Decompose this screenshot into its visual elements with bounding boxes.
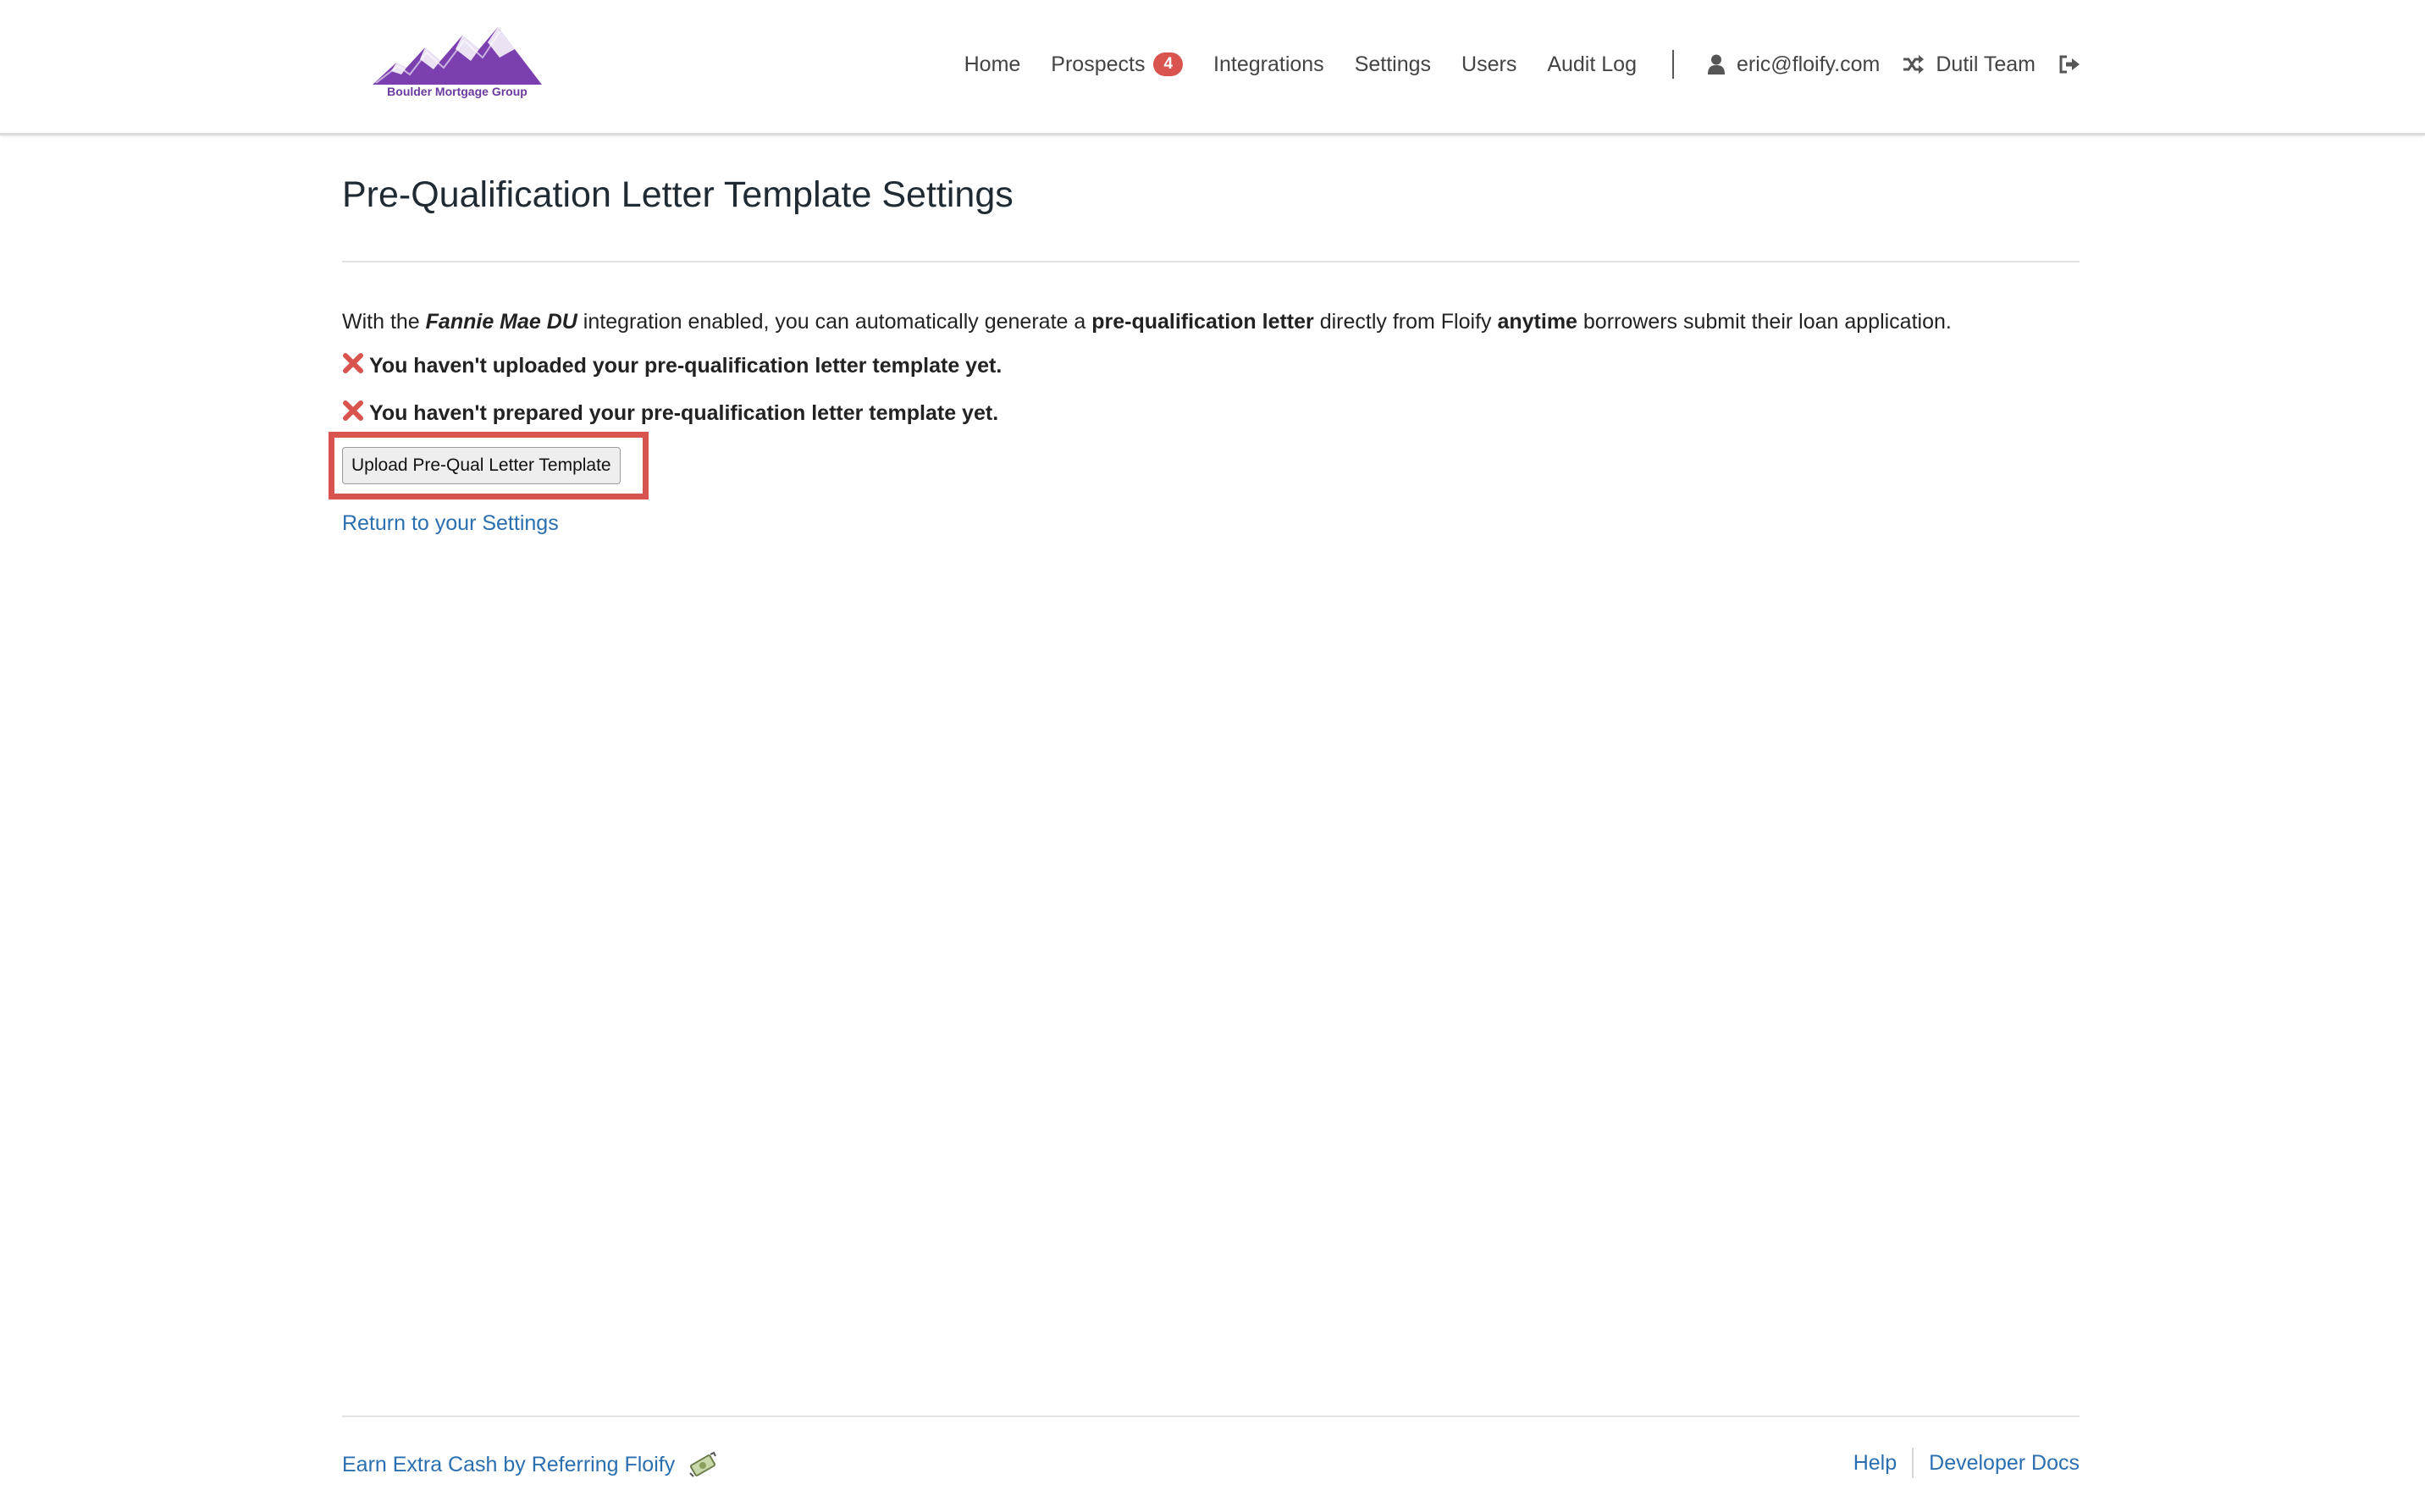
team-name: Dutil Team: [1936, 52, 2036, 76]
money-icon: [688, 1451, 719, 1478]
nav-audit-log[interactable]: Audit Log: [1547, 52, 1637, 77]
main-nav: Home Prospects 4 Integrations Settings U…: [964, 47, 2080, 81]
user-email: eric@floify.com: [1736, 52, 1881, 76]
shuffle-icon: [1903, 55, 1925, 74]
page-title: Pre-Qualification Letter Template Settin…: [342, 174, 1014, 215]
company-logo[interactable]: Boulder Mortgage Group: [373, 24, 542, 103]
intro-paragraph: With the Fannie Mae DU integration enabl…: [342, 310, 1952, 334]
sign-out-icon: [2059, 55, 2080, 74]
status-text: You haven't uploaded your pre-qualificat…: [369, 354, 1003, 378]
status-not-uploaded: You haven't uploaded your pre-qualificat…: [342, 352, 1003, 378]
intro-bold-letter: pre-qualification letter: [1091, 310, 1314, 334]
status-text: You haven't prepared your pre-qualificat…: [369, 401, 999, 425]
switch-team-menu[interactable]: Dutil Team: [1903, 52, 2036, 77]
nav-settings[interactable]: Settings: [1355, 52, 1431, 77]
referral-text: Earn Extra Cash by Referring Floify: [342, 1452, 676, 1476]
mountain-logo-icon: [373, 27, 542, 85]
referral-link[interactable]: Earn Extra Cash by Referring Floify: [342, 1451, 719, 1478]
logo-text: Boulder Mortgage Group: [387, 85, 528, 98]
logout-button[interactable]: [2059, 55, 2080, 74]
intro-text-1: With the: [342, 310, 426, 334]
nav-users[interactable]: Users: [1461, 52, 1516, 77]
status-not-prepared: You haven't prepared your pre-qualificat…: [342, 400, 999, 426]
intro-text-3: directly from Floify: [1313, 310, 1498, 334]
intro-bold-anytime: anytime: [1497, 310, 1577, 334]
nav-prospects-label: Prospects: [1051, 52, 1146, 76]
developer-docs-link[interactable]: Developer Docs: [1929, 1451, 2080, 1476]
user-account-menu[interactable]: eric@floify.com: [1707, 52, 1881, 77]
nav-home[interactable]: Home: [964, 52, 1021, 77]
nav-integrations[interactable]: Integrations: [1213, 52, 1324, 77]
title-divider: [342, 261, 2080, 262]
upload-template-button[interactable]: Upload Pre-Qual Letter Template: [342, 447, 621, 484]
integration-name: Fannie Mae DU: [425, 310, 577, 334]
x-mark-icon: [342, 352, 364, 374]
return-to-settings-link[interactable]: Return to your Settings: [342, 511, 559, 536]
nav-divider: [1671, 50, 1674, 79]
intro-text-4: borrowers submit their loan application.: [1577, 310, 1952, 334]
user-icon: [1707, 54, 1725, 74]
x-mark-icon: [342, 400, 364, 422]
intro-text-2: integration enabled, you can automatical…: [577, 310, 1092, 334]
top-navbar: Boulder Mortgage Group Home Prospects 4 …: [0, 0, 2425, 135]
help-link[interactable]: Help: [1853, 1451, 1897, 1476]
footer-links: Help Developer Docs: [1853, 1448, 2080, 1478]
prospects-count-badge: 4: [1153, 52, 1184, 76]
nav-prospects[interactable]: Prospects 4: [1051, 52, 1184, 77]
footer-link-separator: [1912, 1448, 1914, 1478]
footer-divider: [342, 1415, 2080, 1417]
